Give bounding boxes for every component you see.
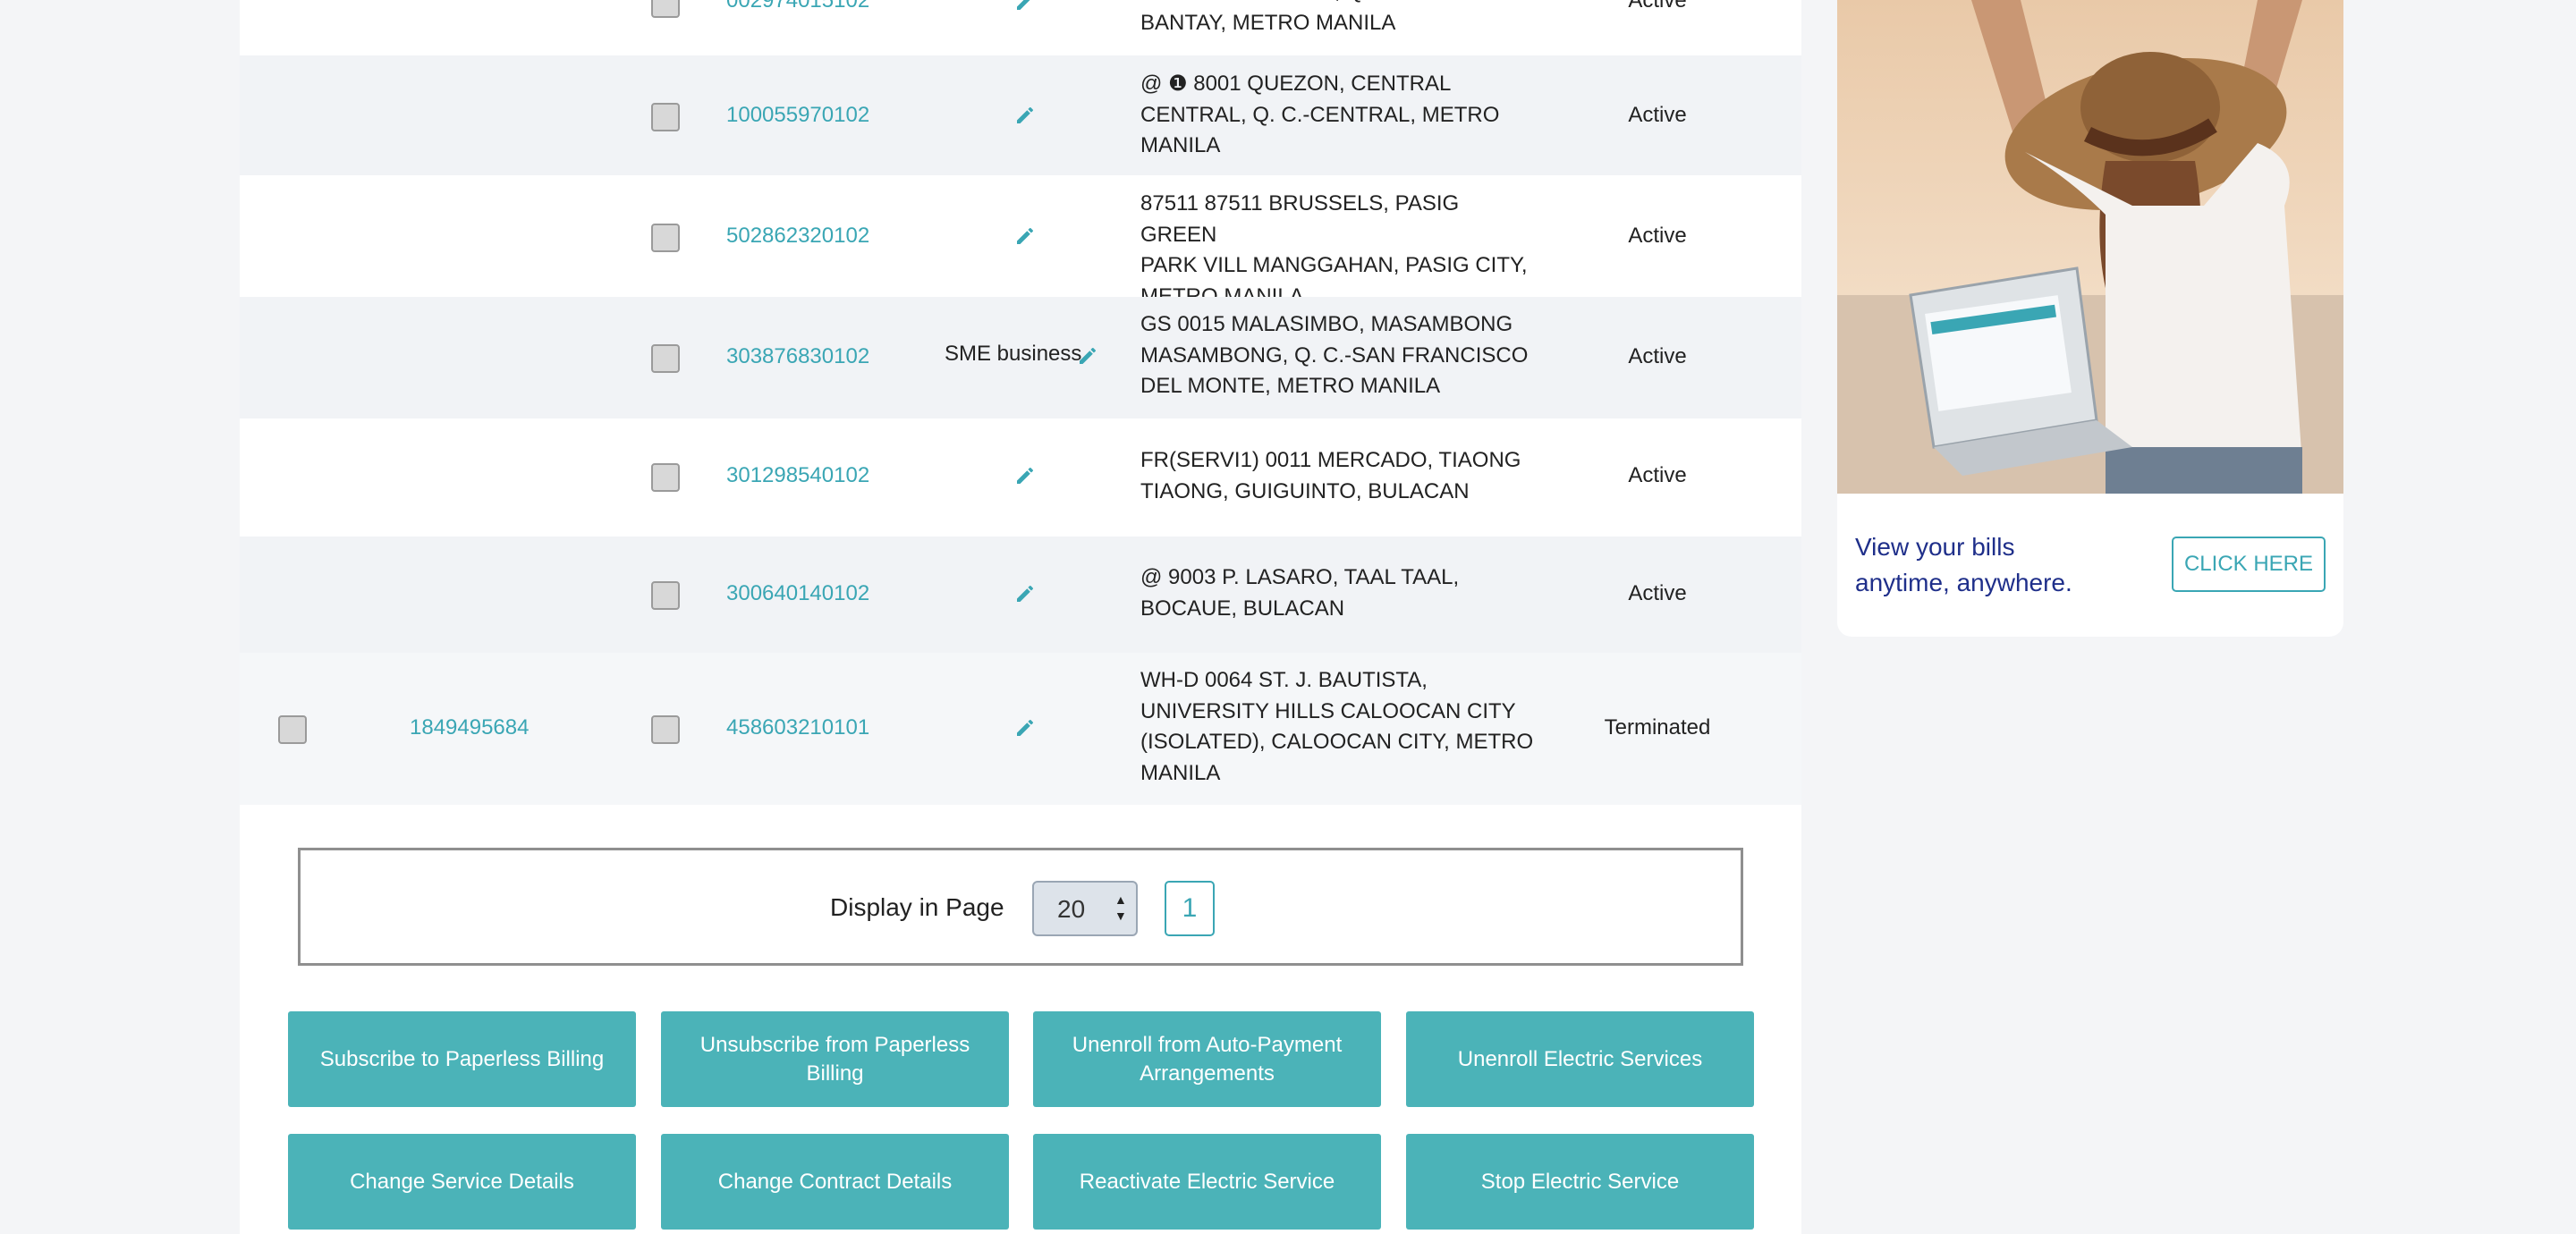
table-row: 502862320102 87511 87511 BRUSSELS, PASIG… bbox=[240, 175, 1801, 308]
account-number-link[interactable]: 100055970102 bbox=[726, 100, 869, 131]
page-size-value: 20 bbox=[1057, 895, 1086, 923]
service-address: GS 0015 MALASIMBO, MASAMBONG MASAMBONG, … bbox=[1140, 312, 1529, 398]
account-number-link[interactable]: 002974015102 bbox=[726, 0, 869, 16]
edit-pencil-icon[interactable] bbox=[1014, 105, 1036, 126]
pagination-bar: Display in Page 20 ▲ ▼ 1 bbox=[298, 848, 1743, 966]
status-text: Active bbox=[1628, 463, 1687, 487]
account-number-link[interactable]: 301298540102 bbox=[726, 461, 869, 491]
status-text: Active bbox=[1628, 0, 1687, 13]
stop-electric-button[interactable]: Stop Electric Service bbox=[1406, 1134, 1754, 1230]
status-text: Terminated bbox=[1604, 715, 1711, 740]
promo-text: View your bills anytime, anywhere. bbox=[1855, 533, 2072, 596]
unenroll-electric-button[interactable]: Unenroll Electric Services bbox=[1406, 1011, 1754, 1107]
account-checkbox[interactable] bbox=[651, 224, 680, 252]
account-checkbox[interactable] bbox=[651, 463, 680, 492]
status-text: Active bbox=[1628, 581, 1687, 605]
account-checkbox[interactable] bbox=[651, 344, 680, 373]
account-checkbox[interactable] bbox=[651, 715, 680, 744]
service-address: @ 9003 P. LASARO, TAAL TAAL, BOCAUE, BUL… bbox=[1140, 565, 1460, 621]
account-checkbox[interactable] bbox=[651, 0, 680, 18]
account-number-link[interactable]: 458603210101 bbox=[726, 713, 869, 743]
account-number-link[interactable]: 300640140102 bbox=[726, 579, 869, 609]
promo-woman-laptop-image bbox=[1837, 0, 2343, 494]
service-address: BAGONG PAG-ASA, Q. C.-BAGO BANTAY, METRO… bbox=[1140, 0, 1466, 35]
edit-pencil-icon[interactable] bbox=[1014, 0, 1036, 13]
meter-checkbox[interactable] bbox=[278, 715, 307, 744]
edit-pencil-icon[interactable] bbox=[1014, 465, 1036, 486]
promo-card: View your bills anytime, anywhere. CLICK… bbox=[1837, 0, 2343, 637]
change-contract-details-button[interactable]: Change Contract Details bbox=[661, 1134, 1009, 1230]
table-row: 300640140102 @ 9003 P. LASARO, TAAL TAAL… bbox=[240, 537, 1801, 653]
service-address: @ ❶ 8001 QUEZON, CENTRAL CENTRAL, Q. C.-… bbox=[1140, 72, 1500, 157]
unenroll-auto-payment-button[interactable]: Unenroll from Auto-Payment Arrangements bbox=[1033, 1011, 1381, 1107]
status-text: Active bbox=[1628, 224, 1687, 248]
account-number-link[interactable]: 502862320102 bbox=[726, 221, 869, 251]
table-row: 303876830102 SME business GS 0015 MALASI… bbox=[240, 297, 1801, 418]
table-row: 301298540102 FR(SERVI1) 0011 MERCADO, TI… bbox=[240, 418, 1801, 537]
status-text: Active bbox=[1628, 344, 1687, 368]
status-text: Active bbox=[1628, 103, 1687, 127]
account-checkbox[interactable] bbox=[651, 103, 680, 131]
change-service-details-button[interactable]: Change Service Details bbox=[288, 1134, 636, 1230]
table-row: 100055970102 @ ❶ 8001 QUEZON, CENTRAL CE… bbox=[240, 55, 1801, 175]
meter-number-link[interactable]: 1849495684 bbox=[410, 713, 529, 743]
edit-pencil-icon[interactable] bbox=[1014, 583, 1036, 604]
table-row: 002974015102 BAGONG PAG-ASA, Q. C.-BAGO … bbox=[240, 0, 1801, 55]
accounts-panel: 002974015102 BAGONG PAG-ASA, Q. C.-BAGO … bbox=[240, 0, 1801, 1234]
edit-pencil-icon[interactable] bbox=[1077, 345, 1098, 367]
stepper-up-icon[interactable]: ▲ bbox=[1114, 893, 1127, 906]
account-number-link[interactable]: 303876830102 bbox=[726, 342, 869, 372]
display-in-page-label: Display in Page bbox=[830, 893, 1004, 921]
edit-pencil-icon[interactable] bbox=[1014, 717, 1036, 739]
edit-pencil-icon[interactable] bbox=[1014, 225, 1036, 247]
stepper-down-icon[interactable]: ▼ bbox=[1114, 909, 1127, 922]
click-here-button[interactable]: CLICK HERE bbox=[2172, 537, 2326, 592]
page-number-button[interactable]: 1 bbox=[1165, 881, 1215, 936]
service-address: 87511 87511 BRUSSELS, PASIG GREEN PARK V… bbox=[1140, 191, 1528, 308]
subscribe-paperless-button[interactable]: Subscribe to Paperless Billing bbox=[288, 1011, 636, 1107]
page-size-select[interactable]: 20 ▲ ▼ bbox=[1032, 881, 1138, 936]
unsubscribe-paperless-button[interactable]: Unsubscribe from Paperless Billing bbox=[661, 1011, 1009, 1107]
account-checkbox[interactable] bbox=[651, 581, 680, 610]
reactivate-electric-button[interactable]: Reactivate Electric Service bbox=[1033, 1134, 1381, 1230]
account-description: SME business bbox=[945, 342, 1082, 366]
service-address: WH-D 0064 ST. J. BAUTISTA, UNIVERSITY HI… bbox=[1140, 668, 1534, 785]
service-address: FR(SERVI1) 0011 MERCADO, TIAONG TIAONG, … bbox=[1140, 448, 1521, 503]
table-row: 1849495684 458603210101 WH-D 0064 ST. J.… bbox=[240, 653, 1801, 805]
